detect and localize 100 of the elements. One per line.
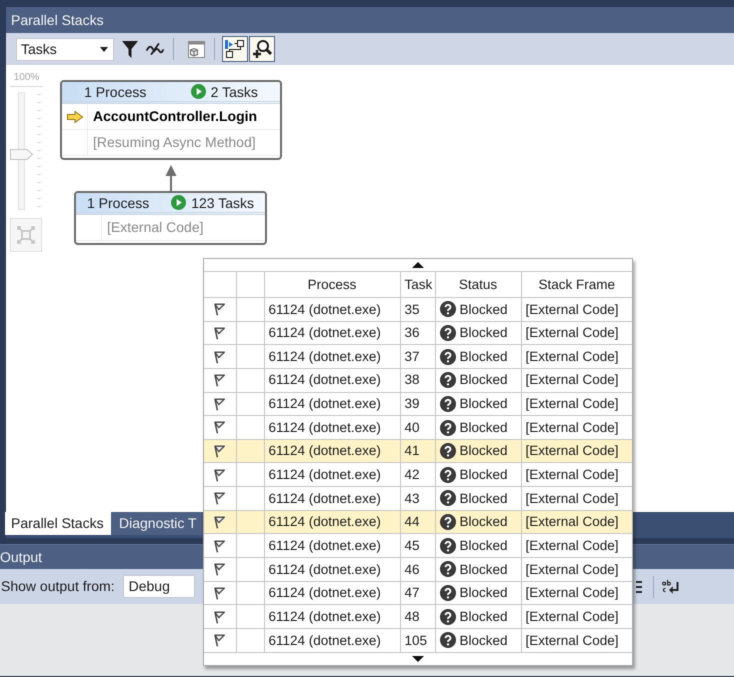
flag-icon[interactable]: [214, 468, 226, 482]
status-text: Blocked: [460, 562, 508, 576]
question-mark-icon: [440, 608, 456, 625]
table-row[interactable]: 61124 (dotnet.exe) 48 Blocked [External Code]: [204, 604, 632, 628]
play-icon: [171, 195, 186, 210]
process-count: 1 Process: [84, 84, 146, 98]
output-source-label: Show output from:: [0, 577, 115, 596]
question-mark-icon: [440, 466, 456, 483]
scroll-up-icon[interactable]: [412, 262, 424, 268]
table-row[interactable]: 61124 (dotnet.exe) 37 Blocked [External Code]: [204, 344, 632, 368]
flag-icon[interactable]: [214, 610, 226, 624]
flag-icon[interactable]: [214, 634, 226, 648]
flag-icon[interactable]: [214, 398, 226, 411]
status-text: Blocked: [460, 420, 508, 434]
tab[interactable]: Diagnostic T: [111, 512, 202, 535]
wavy-lines-icon[interactable]: [146, 43, 164, 55]
question-mark-icon: [440, 443, 456, 460]
magnifier-plus-icon: [252, 39, 272, 59]
task-id: 48: [400, 604, 435, 628]
output-source-dropdown[interactable]: Debug: [122, 575, 195, 598]
table-row[interactable]: 61124 (dotnet.exe) 39 Blocked [External Code]: [204, 392, 632, 416]
status-text: Blocked: [460, 492, 508, 506]
table-row[interactable]: 61124 (dotnet.exe) 35 Blocked [External Code]: [204, 298, 632, 322]
flag-icon[interactable]: [214, 445, 226, 458]
output-title: Output: [0, 548, 42, 567]
method-name: AccountController.Login: [92, 107, 258, 126]
table-row[interactable]: 61124 (dotnet.exe) 36 Blocked [External Code]: [204, 321, 632, 345]
process-name: 61124 (dotnet.exe): [264, 486, 400, 510]
status-text: Blocked: [460, 444, 508, 458]
zoom-slider[interactable]: [10, 92, 43, 210]
task-count: 2 Tasks: [210, 84, 258, 98]
window-cube-icon[interactable]: [188, 40, 205, 58]
play-icon: [190, 84, 206, 99]
expand-icon: [17, 226, 35, 244]
word-wrap-icon[interactable]: [662, 579, 680, 594]
table-row[interactable]: 61124 (dotnet.exe) 41 Blocked [External Code]: [204, 439, 632, 463]
task-id: 38: [400, 368, 435, 392]
stack-node[interactable]: 1 Process 123 Tasks [External Code]: [74, 191, 267, 245]
diagram-button[interactable]: [222, 36, 248, 62]
diagram-icon: [225, 39, 245, 59]
stack-node[interactable]: 1 Process 2 Tasks AccountController.Login [Resuming Async Method]: [60, 80, 282, 160]
filter-icon[interactable]: [122, 40, 138, 58]
status-text: Blocked: [460, 373, 508, 387]
status-text: Blocked: [460, 538, 508, 552]
status-text: Blocked: [460, 326, 508, 340]
question-mark-icon: [440, 585, 456, 601]
question-mark-icon: [440, 538, 456, 554]
question-mark-icon: [440, 301, 456, 318]
table-row[interactable]: 61124 (dotnet.exe) 47 Blocked [External Code]: [204, 581, 632, 605]
zoom-level-label: 100%: [10, 72, 43, 87]
view-dropdown[interactable]: Tasks: [16, 38, 114, 60]
magnifier-button[interactable]: [249, 36, 275, 62]
flag-icon[interactable]: [214, 516, 226, 530]
table-row[interactable]: 61124 (dotnet.exe) 42 Blocked [External Code]: [204, 462, 632, 487]
table-row[interactable]: 61124 (dotnet.exe) 43 Blocked [External Code]: [204, 486, 632, 510]
question-mark-icon: [440, 348, 456, 365]
flag-icon[interactable]: [214, 350, 226, 364]
process-name: 61124 (dotnet.exe): [264, 628, 400, 652]
list-lines-icon[interactable]: [636, 580, 642, 594]
process-name: 61124 (dotnet.exe): [264, 368, 400, 392]
table-row[interactable]: 61124 (dotnet.exe) 105 Blocked [External Code]: [204, 628, 632, 652]
process-count: 1 Process: [86, 196, 150, 210]
table-row[interactable]: 61124 (dotnet.exe) 45 Blocked [External Code]: [204, 534, 632, 558]
status-text: Blocked: [460, 586, 508, 600]
flag-icon[interactable]: [214, 492, 226, 506]
status-text: Blocked: [460, 515, 508, 529]
flag-icon[interactable]: [214, 374, 226, 388]
process-name: 61124 (dotnet.exe): [264, 344, 400, 368]
caret-down-icon: [100, 46, 108, 52]
status-text: Blocked: [460, 634, 508, 648]
task-id: 37: [400, 344, 435, 368]
slider-thumb[interactable]: [10, 148, 33, 160]
task-id: 46: [400, 558, 435, 582]
question-mark-icon: [440, 324, 456, 341]
table-row[interactable]: 61124 (dotnet.exe) 44 Blocked [External Code]: [204, 510, 632, 534]
question-mark-icon: [440, 514, 456, 530]
status-text: Blocked: [460, 302, 508, 316]
process-name: 61124 (dotnet.exe): [264, 604, 400, 628]
flag-icon[interactable]: [214, 303, 226, 316]
process-name: 61124 (dotnet.exe): [264, 416, 400, 440]
flag-icon[interactable]: [214, 540, 226, 553]
question-mark-icon: [440, 561, 456, 578]
tab[interactable]: Parallel Stacks: [5, 512, 111, 535]
flag-icon[interactable]: [214, 326, 226, 340]
flag-icon[interactable]: [214, 586, 226, 600]
status-text: Blocked: [460, 397, 508, 411]
process-name: 61124 (dotnet.exe): [264, 558, 400, 582]
frame-note: [Resuming Async Method]: [92, 133, 256, 152]
flag-icon[interactable]: [214, 421, 226, 434]
column-header[interactable]: Process: [264, 272, 400, 298]
panel-title: Parallel Stacks: [11, 10, 104, 30]
flag-icon[interactable]: [214, 563, 226, 576]
status-text: Blocked: [460, 468, 508, 482]
task-id: 105: [400, 628, 435, 652]
task-id: 43: [400, 486, 435, 510]
table-row[interactable]: 61124 (dotnet.exe) 38 Blocked [External Code]: [204, 368, 632, 392]
table-row[interactable]: 61124 (dotnet.exe) 46 Blocked [External Code]: [204, 558, 632, 582]
scroll-down-icon[interactable]: [412, 656, 424, 662]
question-mark-icon: [440, 372, 456, 388]
table-row[interactable]: 61124 (dotnet.exe) 40 Blocked [External Code]: [204, 416, 632, 440]
